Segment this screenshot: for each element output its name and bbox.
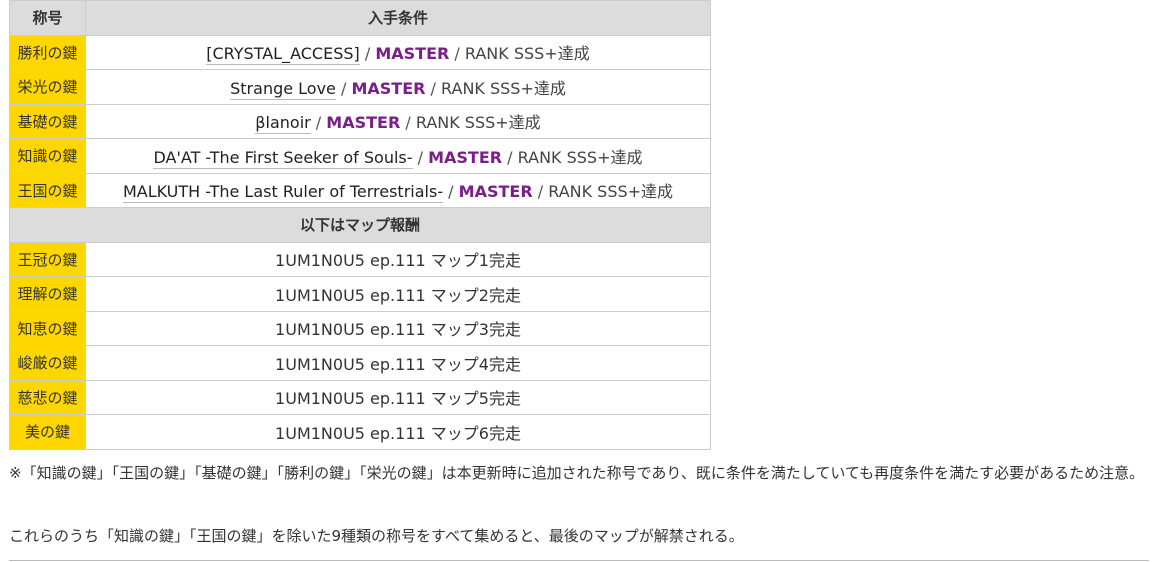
condition-cell: 1UM1N0U5 ep.111 マップ3完走 <box>85 310 711 346</box>
separator: / <box>502 147 518 167</box>
condition-cell: 1UM1N0U5 ep.111 マップ6完走 <box>85 414 711 450</box>
section-header-row: 以下はマップ報酬 <box>9 207 711 243</box>
separator: / <box>335 78 352 98</box>
song-link[interactable]: Strange Love <box>230 78 336 100</box>
table-row: 理解の鍵 1UM1N0U5 ep.111 マップ2完走 <box>9 276 711 312</box>
table-header-row: 称号 入手条件 <box>9 0 711 36</box>
header-condition-column: 入手条件 <box>85 0 711 36</box>
rank-requirement: RANK SSS+達成 <box>441 78 566 98</box>
difficulty-label: MASTER <box>428 147 503 167</box>
table-row: 栄光の鍵 Strange Love / MASTER / RANK SSS+達成 <box>9 69 711 105</box>
separator: / <box>400 113 416 133</box>
song-link[interactable]: DA'AT -The First Seeker of Souls- <box>153 147 413 169</box>
title-name-cell: 王冠の鍵 <box>9 241 86 277</box>
title-name-cell: 勝利の鍵 <box>9 34 86 70</box>
notice-paragraph: ※「知識の鍵」「王国の鍵」「基礎の鍵」「勝利の鍵」「栄光の鍵」は本更新時に追加さ… <box>9 464 1145 482</box>
unlock-info-paragraph: これらのうち「知識の鍵」「王国の鍵」を除いた9種類の称号をすべて集めると、最後の… <box>9 527 744 545</box>
table-row: 勝利の鍵 [CRYSTAL_ACCESS] / MASTER / RANK SS… <box>9 34 711 70</box>
separator: / <box>412 147 429 167</box>
condition-cell: 1UM1N0U5 ep.111 マップ5完走 <box>85 379 711 415</box>
separator: / <box>443 182 459 202</box>
condition-cell: 1UM1N0U5 ep.111 マップ4完走 <box>85 345 711 381</box>
separator: / <box>449 44 465 64</box>
title-name-cell: 王国の鍵 <box>9 172 86 208</box>
rank-requirement: RANK SSS+達成 <box>464 44 590 64</box>
title-name-cell: 知識の鍵 <box>9 138 86 174</box>
difficulty-label: MASTER <box>326 113 401 133</box>
separator: / <box>359 44 376 64</box>
condition-cell: Strange Love / MASTER / RANK SSS+達成 <box>85 69 711 105</box>
table-row: 王国の鍵 MALKUTH -The Last Ruler of Terrestr… <box>9 172 711 208</box>
condition-cell: DA'AT -The First Seeker of Souls- / MAST… <box>85 138 711 174</box>
table-row: 知恵の鍵 1UM1N0U5 ep.111 マップ3完走 <box>9 310 711 346</box>
table-row: 美の鍵 1UM1N0U5 ep.111 マップ6完走 <box>9 414 711 450</box>
rank-requirement: RANK SSS+達成 <box>517 147 643 167</box>
condition-cell: 1UM1N0U5 ep.111 マップ2完走 <box>85 276 711 312</box>
difficulty-label: MASTER <box>458 182 533 202</box>
title-name-cell: 峻厳の鍵 <box>9 345 86 381</box>
title-name-cell: 慈悲の鍵 <box>9 379 86 415</box>
table-row: 王冠の鍵 1UM1N0U5 ep.111 マップ1完走 <box>9 241 711 277</box>
difficulty-label: MASTER <box>375 44 450 64</box>
table-row: 峻厳の鍵 1UM1N0U5 ep.111 マップ4完走 <box>9 345 711 381</box>
condition-cell: [CRYSTAL_ACCESS] / MASTER / RANK SSS+達成 <box>85 34 711 70</box>
header-title-column: 称号 <box>9 0 86 36</box>
title-conditions-table: 称号 入手条件 勝利の鍵 [CRYSTAL_ACCESS] / MASTER /… <box>9 0 711 450</box>
condition-cell: MALKUTH -The Last Ruler of Terrestrials-… <box>85 172 711 208</box>
title-name-cell: 基礎の鍵 <box>9 103 86 139</box>
title-name-cell: 栄光の鍵 <box>9 69 86 105</box>
separator: / <box>532 182 549 202</box>
song-link[interactable]: βlanoir <box>255 113 311 135</box>
condition-cell: βlanoir / MASTER / RANK SSS+達成 <box>85 103 711 139</box>
horizontal-divider <box>9 560 1149 561</box>
song-link[interactable]: [CRYSTAL_ACCESS] <box>206 44 360 66</box>
title-name-cell: 美の鍵 <box>9 414 86 450</box>
condition-cell: 1UM1N0U5 ep.111 マップ1完走 <box>85 241 711 277</box>
table-row: 知識の鍵 DA'AT -The First Seeker of Souls- /… <box>9 138 711 174</box>
map-reward-section-header: 以下はマップ報酬 <box>9 207 711 243</box>
difficulty-label: MASTER <box>351 78 426 98</box>
rank-requirement: RANK SSS+達成 <box>548 182 674 202</box>
separator: / <box>310 113 327 133</box>
song-link[interactable]: MALKUTH -The Last Ruler of Terrestrials- <box>122 182 444 204</box>
title-name-cell: 理解の鍵 <box>9 276 86 312</box>
rank-requirement: RANK SSS+達成 <box>415 113 541 133</box>
separator: / <box>425 78 442 98</box>
table-row: 基礎の鍵 βlanoir / MASTER / RANK SSS+達成 <box>9 103 711 139</box>
table-row: 慈悲の鍵 1UM1N0U5 ep.111 マップ5完走 <box>9 379 711 415</box>
title-name-cell: 知恵の鍵 <box>9 310 86 346</box>
